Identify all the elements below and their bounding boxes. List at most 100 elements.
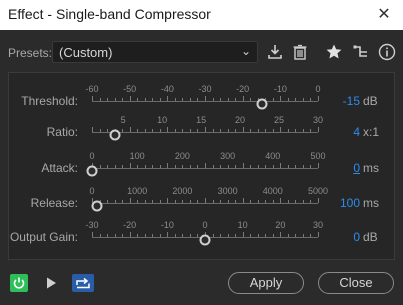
slider-tick <box>318 198 319 203</box>
slider-tick <box>129 127 131 132</box>
slider-tick <box>212 234 214 237</box>
slider-tick <box>242 232 244 237</box>
param-label-2: Attack: <box>41 161 78 175</box>
slider-tick <box>287 200 289 203</box>
slider-tick <box>122 129 124 132</box>
slider-tick <box>189 165 191 168</box>
slider-tick <box>107 98 109 101</box>
slider-tick <box>280 163 282 168</box>
scale-label: 1000 <box>127 186 148 196</box>
param-unit-0: dB <box>363 94 378 108</box>
slider-tick <box>137 234 139 237</box>
slider-tick <box>310 234 312 237</box>
close-button[interactable]: Close <box>318 272 394 294</box>
scale-label: 30 <box>312 220 324 230</box>
scale-label: 20 <box>275 220 286 230</box>
slider-tick <box>107 200 109 203</box>
slider-tick <box>242 198 244 203</box>
scale-label: -20 <box>236 84 250 94</box>
slider-tick <box>272 98 274 101</box>
power-icon[interactable] <box>10 274 28 292</box>
slider-tick <box>189 200 191 203</box>
slider-tick <box>302 200 304 203</box>
close-window-icon[interactable]: ✕ <box>373 4 395 26</box>
scale-label: -30 <box>198 84 212 94</box>
trash-icon[interactable] <box>291 43 309 61</box>
slider-tick <box>159 165 161 168</box>
slider-tick <box>129 198 131 203</box>
slider-tick <box>310 165 312 168</box>
scale-label: 30 <box>312 115 324 125</box>
slider-tick <box>235 200 237 203</box>
param-value-2[interactable]: 0 <box>320 161 360 175</box>
info-icon[interactable] <box>378 43 396 61</box>
scale-label: 500 <box>310 151 326 161</box>
slider-tick <box>159 200 161 203</box>
scale-label: -40 <box>160 84 174 94</box>
window-title: Effect - Single-band Compressor <box>8 6 211 22</box>
slider-tick <box>227 129 229 132</box>
slider-tick <box>287 129 289 132</box>
scale-label: 10 <box>157 115 168 125</box>
slider-tick <box>92 96 93 101</box>
slider-tick <box>174 165 176 168</box>
loop-icon[interactable] <box>72 274 94 292</box>
slider-tick <box>318 127 319 132</box>
slider-tick <box>174 98 176 101</box>
slider-tick <box>220 165 222 168</box>
slider-tick <box>295 234 297 237</box>
slider-tick <box>129 232 131 237</box>
param-value-4[interactable]: 0 <box>320 230 360 244</box>
slider-tick <box>280 198 282 203</box>
scale-label: 15 <box>196 115 207 125</box>
scale-label: 20 <box>235 115 246 125</box>
param-value-0[interactable]: -15 <box>320 94 360 108</box>
play-icon[interactable] <box>42 274 60 292</box>
slider-knob-1[interactable] <box>109 129 121 141</box>
presets-label: Presets: <box>8 46 53 60</box>
star-icon[interactable] <box>325 43 343 61</box>
slider-track-0[interactable] <box>92 101 318 102</box>
slider-tick <box>250 234 252 237</box>
scale-label: 0 <box>202 220 208 230</box>
slider-tick <box>250 129 252 132</box>
slider-tick <box>280 96 282 101</box>
slider-tick <box>242 96 244 101</box>
slider-tick <box>205 163 206 168</box>
scale-label: -60 <box>85 84 99 94</box>
slider-knob-2[interactable] <box>86 165 98 177</box>
param-value-1[interactable]: 4 <box>320 125 360 139</box>
slider-tick <box>295 165 297 168</box>
slider-tick <box>122 98 124 101</box>
param-value-3[interactable]: 100 <box>320 196 360 210</box>
slider-track-2[interactable] <box>92 168 318 169</box>
slider-tick <box>114 200 116 203</box>
slider-tick <box>167 127 169 132</box>
slider-track-3[interactable] <box>92 203 318 204</box>
presets-dropdown[interactable]: (Custom) ⌄ <box>52 41 258 63</box>
slider-tick <box>197 129 199 132</box>
slider-tick <box>280 232 282 237</box>
slider-tick <box>129 163 131 168</box>
slider-tick <box>302 165 304 168</box>
scale-label: -30 <box>85 220 99 230</box>
slider-tick <box>318 163 319 168</box>
slider-knob-0[interactable] <box>256 98 267 110</box>
route-icon[interactable] <box>352 43 370 61</box>
slider-track-1[interactable] <box>92 132 318 133</box>
slider-tick <box>235 98 237 101</box>
download-icon[interactable] <box>266 43 284 61</box>
slider-tick <box>137 200 139 203</box>
slider-tick <box>144 234 146 237</box>
slider-tick <box>318 232 319 237</box>
slider-knob-4[interactable] <box>199 234 211 246</box>
scale-label: 0 <box>315 84 321 94</box>
scale-label: 2000 <box>172 186 193 196</box>
scale-label: 400 <box>265 151 281 161</box>
slider-tick <box>302 98 304 101</box>
apply-button[interactable]: Apply <box>228 272 304 294</box>
slider-knob-3[interactable] <box>91 200 103 212</box>
slider-tick <box>189 98 191 101</box>
slider-tick <box>129 96 131 101</box>
slider-tick <box>287 98 289 101</box>
